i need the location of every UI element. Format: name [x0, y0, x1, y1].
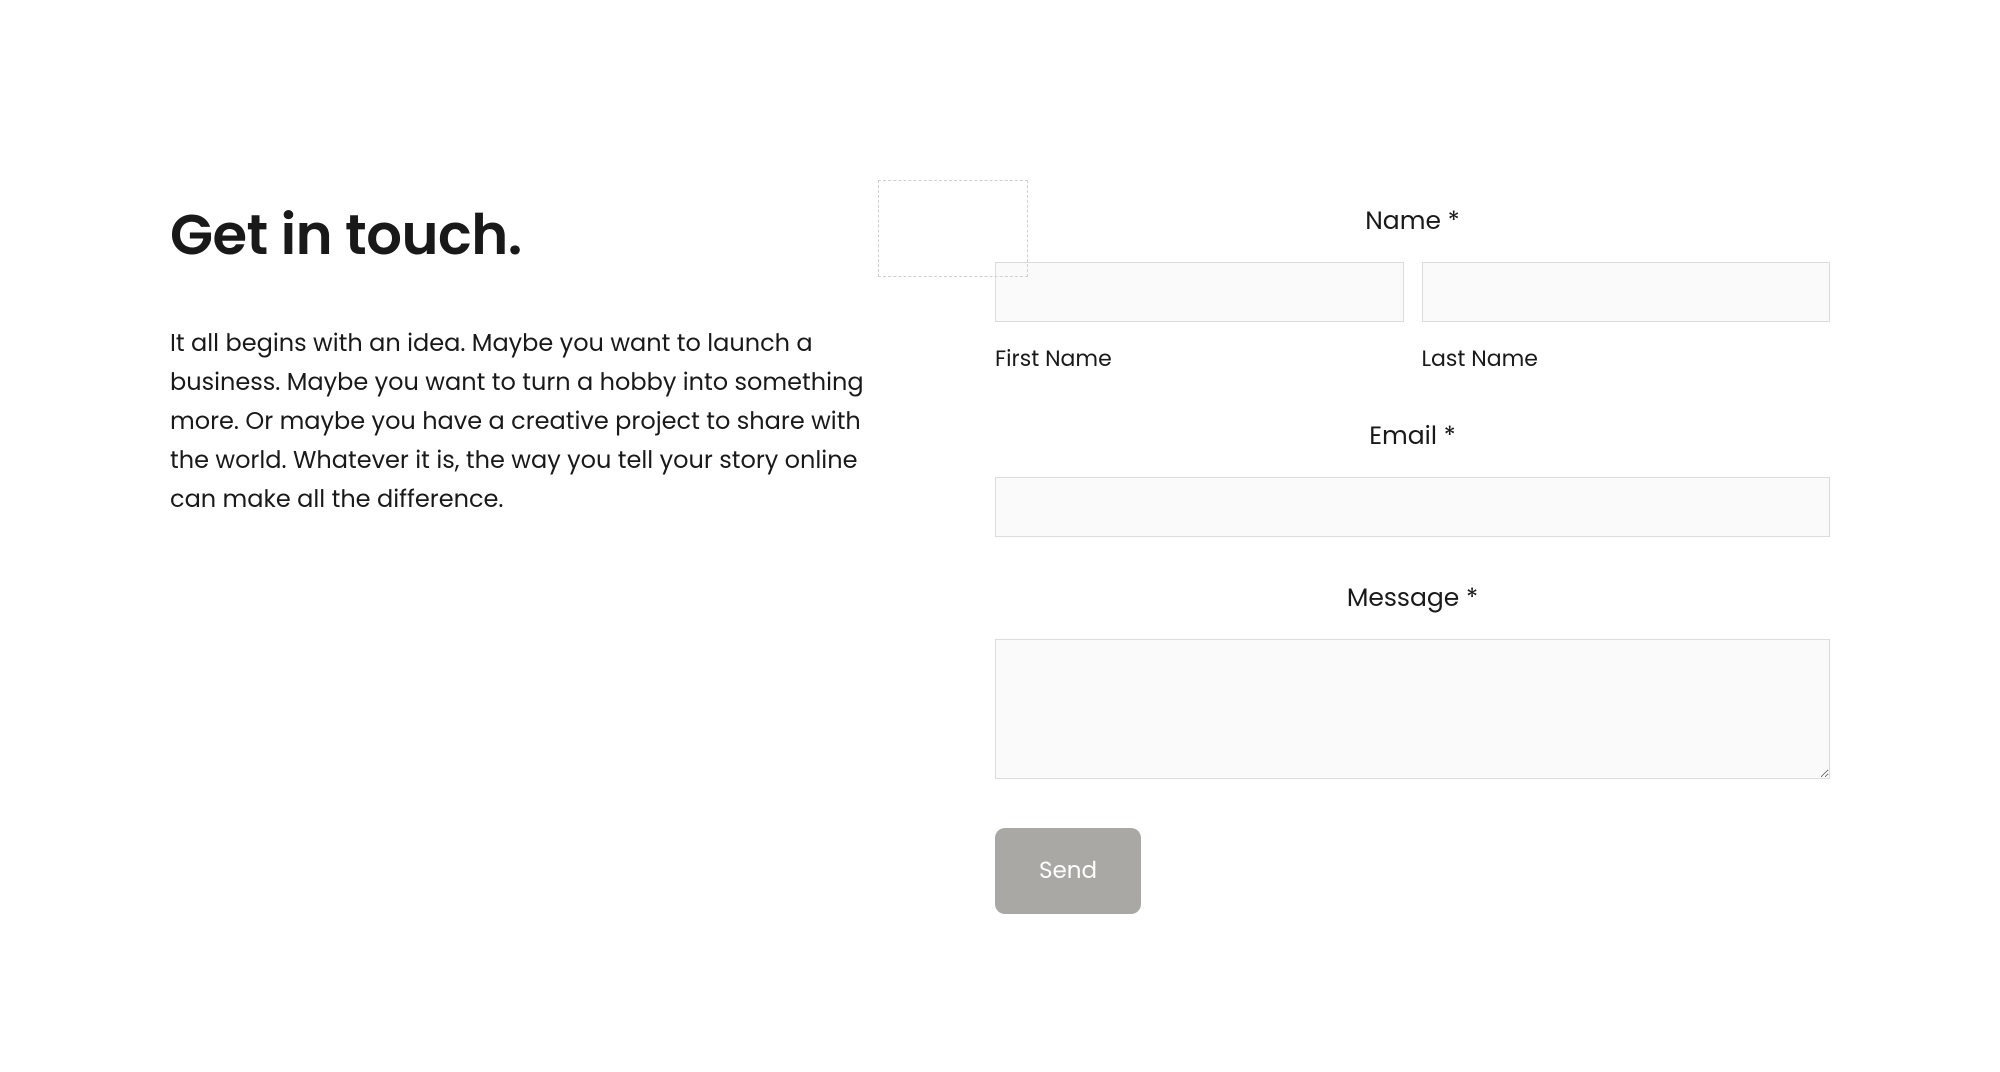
intro-column: Get in touch. It all begins with an idea…: [170, 200, 870, 914]
message-label: Message *: [995, 579, 1830, 617]
name-label: Name *: [995, 202, 1830, 240]
last-name-wrap: Last Name: [1422, 262, 1831, 375]
first-name-input[interactable]: [995, 262, 1404, 322]
empty-placeholder-box: [878, 180, 1028, 277]
intro-paragraph: It all begins with an idea. Maybe you wa…: [170, 324, 870, 520]
email-label: Email *: [995, 417, 1830, 455]
name-field-group: Name * First Name Last Name: [995, 202, 1830, 375]
first-name-sublabel: First Name: [995, 342, 1404, 375]
contact-section: Get in touch. It all begins with an idea…: [0, 0, 2000, 914]
last-name-input[interactable]: [1422, 262, 1831, 322]
email-input[interactable]: [995, 477, 1830, 537]
page-title: Get in touch.: [170, 204, 870, 266]
last-name-sublabel: Last Name: [1422, 342, 1831, 375]
contact-form: Name * First Name Last Name Email * Mess…: [995, 200, 1830, 914]
first-name-wrap: First Name: [995, 262, 1404, 375]
email-field-group: Email *: [995, 417, 1830, 537]
message-input[interactable]: [995, 639, 1830, 779]
send-button[interactable]: Send: [995, 828, 1141, 914]
message-field-group: Message *: [995, 579, 1830, 786]
name-row: First Name Last Name: [995, 262, 1830, 375]
